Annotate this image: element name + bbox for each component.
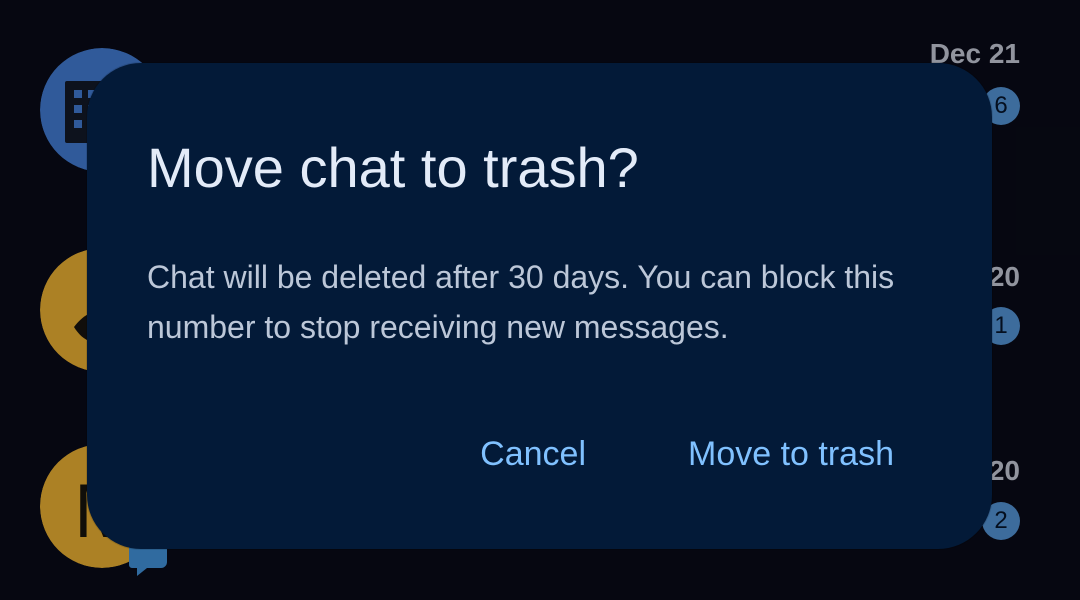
dialog-title: Move chat to trash?: [147, 136, 639, 199]
dialog-actions: Cancel Move to trash: [480, 425, 894, 483]
cancel-button[interactable]: Cancel: [480, 425, 586, 483]
move-to-trash-button[interactable]: Move to trash: [688, 425, 894, 483]
dialog-message: Chat will be deleted after 30 days. You …: [147, 259, 895, 345]
move-to-trash-dialog: Move chat to trash? Chat will be deleted…: [87, 63, 992, 549]
